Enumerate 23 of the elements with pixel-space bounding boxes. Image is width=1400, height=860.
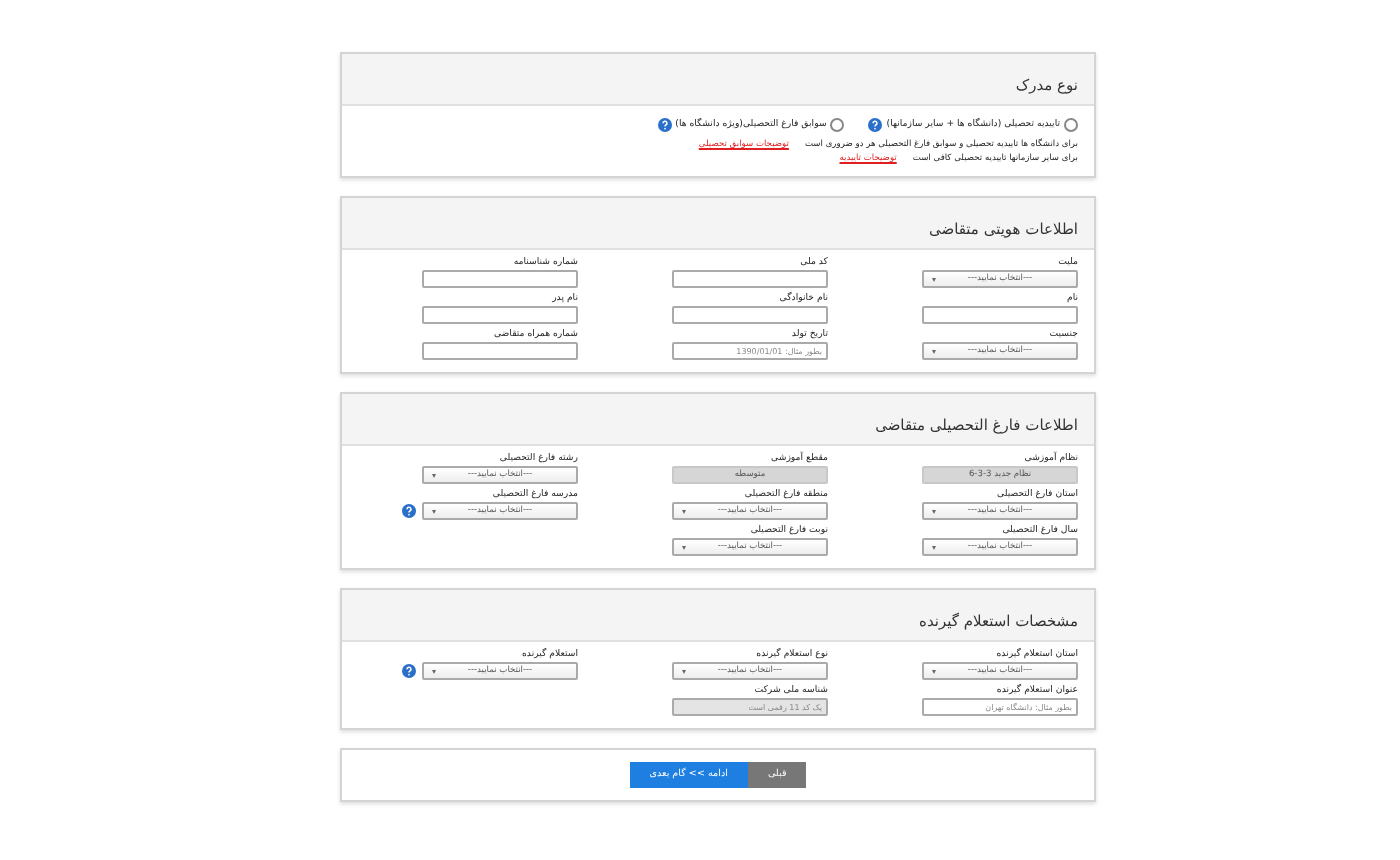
- caret-icon: [932, 546, 936, 550]
- caret-icon: [432, 510, 436, 514]
- help-icon[interactable]: [868, 118, 883, 132]
- caret-icon: [682, 546, 686, 550]
- caret-icon: [682, 670, 686, 674]
- caret-icon: [932, 278, 936, 282]
- caret-icon: [932, 350, 936, 354]
- caret-icon: [432, 474, 436, 478]
- input-field[interactable]: [422, 306, 578, 324]
- input-field[interactable]: [672, 306, 828, 324]
- input-field[interactable]: [422, 342, 578, 360]
- caret-icon: [682, 510, 686, 514]
- caret-icon: [432, 670, 436, 674]
- help-icon[interactable]: [402, 664, 416, 678]
- radio-button[interactable]: [1064, 118, 1078, 132]
- input-field[interactable]: [422, 270, 578, 288]
- input-field[interactable]: [922, 306, 1078, 324]
- caret-icon: [932, 510, 936, 514]
- help-icon[interactable]: [657, 118, 672, 132]
- radio-button[interactable]: [830, 118, 845, 132]
- caret-icon: [932, 670, 936, 674]
- help-icon[interactable]: [402, 504, 416, 518]
- input-field[interactable]: [672, 270, 828, 288]
